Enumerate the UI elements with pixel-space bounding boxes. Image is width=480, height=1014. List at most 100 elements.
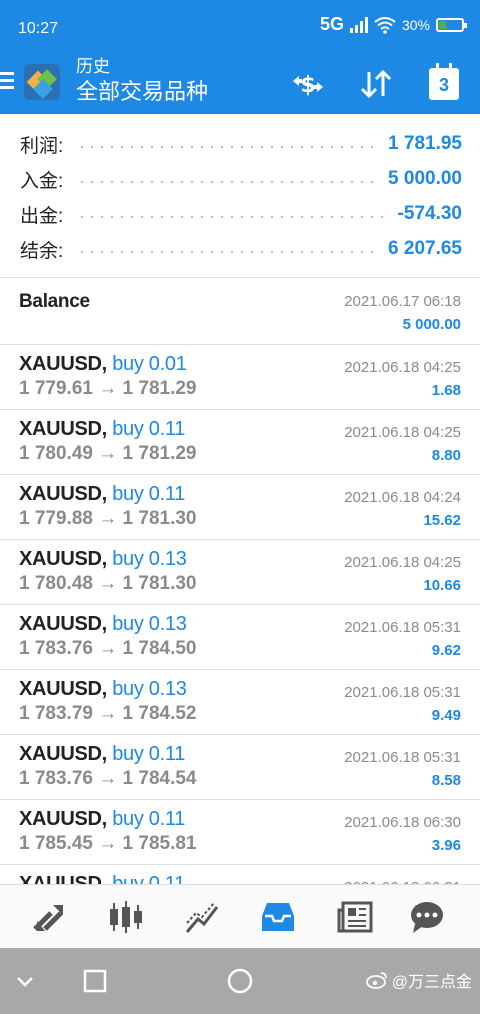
trade-symbol-line: XAUUSD, buy 0.11 xyxy=(19,743,185,766)
trade-date: 2021.06.18 05:31 xyxy=(344,684,461,701)
app-logo xyxy=(24,64,60,100)
trade-symbol-line: XAUUSD, buy 0.11 xyxy=(19,418,185,441)
trade-profit: 8.80 xyxy=(431,447,461,464)
recents-square-icon xyxy=(83,969,107,993)
trade-row[interactable]: XAUUSD, buy 0.11 1 783.76 → 1 784.54 202… xyxy=(0,735,480,800)
arrow-icon: → xyxy=(98,378,118,399)
system-navigation-bar: @万三点金 xyxy=(0,948,480,1014)
trade-prices: 1 779.88 → 1 781.30 xyxy=(19,508,197,530)
trade-row[interactable]: XAUUSD, buy 0.11 1 779.88 → 1 781.30 202… xyxy=(0,475,480,540)
trade-date: 2021.06.18 05:31 xyxy=(344,749,461,766)
summary-value: -574.30 xyxy=(397,203,462,224)
trade-symbol-line: XAUUSD, buy 0.13 xyxy=(19,548,187,571)
weibo-logo-icon xyxy=(365,972,387,989)
sort-icon xyxy=(360,69,392,99)
dot-leader xyxy=(77,216,384,218)
trade-profit: 10.66 xyxy=(423,577,461,594)
close-price: 1 781.29 xyxy=(122,443,197,464)
calendar-button[interactable]: 3 xyxy=(424,63,464,104)
trade-profit: 15.62 xyxy=(423,512,461,529)
trade-symbol-line: XAUUSD, buy 0.13 xyxy=(19,678,187,701)
recents-button[interactable] xyxy=(80,966,110,996)
trade-side: buy 0.11 xyxy=(112,483,186,505)
nav-collapse-button[interactable] xyxy=(10,966,40,996)
currency-exchange-icon: $ xyxy=(293,73,323,98)
status-bar: 10:27 5G 30% xyxy=(0,0,480,52)
open-price: 1 783.76 xyxy=(19,768,93,789)
trade-symbol-line: XAUUSD, buy 0.11 xyxy=(19,483,185,506)
trade-date: 2021.06.18 04:25 xyxy=(344,424,461,441)
summary-row-withdrawal: 出金: -574.30 xyxy=(20,197,462,231)
chevron-down-icon xyxy=(17,977,33,987)
top-bar: 10:27 5G 30% 历史 全部交易品种 $ 3 xyxy=(0,0,480,114)
trade-icon xyxy=(33,905,63,931)
close-price: 1 781.30 xyxy=(122,573,197,594)
wifi-icon xyxy=(374,16,396,34)
nav-chart[interactable] xyxy=(168,885,236,949)
trade-symbol: XAUUSD, xyxy=(19,678,107,700)
signal-icon xyxy=(349,16,368,33)
summary-value: 1 781.95 xyxy=(388,133,462,154)
trade-side: buy 0.11 xyxy=(112,808,186,830)
watermark: @万三点金 xyxy=(365,968,472,992)
currency-exchange-button[interactable]: $ xyxy=(288,64,328,104)
trade-symbol-line: XAUUSD, buy 0.01 xyxy=(19,353,187,376)
history-inbox-icon xyxy=(262,903,294,931)
nav-chat[interactable] xyxy=(393,885,461,949)
trade-symbol-line: XAUUSD, buy 0.13 xyxy=(19,613,187,636)
nav-trade[interactable] xyxy=(15,885,83,949)
arrow-icon: → xyxy=(98,638,118,659)
calendar-icon: 3 xyxy=(429,63,459,100)
trade-prices: 1 783.79 → 1 784.52 xyxy=(19,703,197,725)
trade-side: buy 0.11 xyxy=(112,743,186,765)
arrow-icon: → xyxy=(98,833,118,854)
trade-symbol: XAUUSD, xyxy=(19,353,107,375)
open-price: 1 783.76 xyxy=(19,638,93,659)
open-price: 1 780.49 xyxy=(19,443,93,464)
trade-row[interactable]: XAUUSD, buy 0.13 1 783.76 → 1 784.50 202… xyxy=(0,605,480,670)
arrow-icon: → xyxy=(98,573,118,594)
home-circle-icon xyxy=(227,968,253,994)
trade-side: buy 0.11 xyxy=(112,418,186,440)
trade-side: buy 0.13 xyxy=(112,548,187,570)
trade-symbol: XAUUSD, xyxy=(19,613,107,635)
trade-date: 2021.06.18 06:30 xyxy=(344,814,461,831)
summary-label: 出金: xyxy=(20,205,64,227)
trade-symbol: XAUUSD, xyxy=(19,418,107,440)
summary-row-balance: 结余: 6 207.65 xyxy=(20,232,462,266)
chat-icon xyxy=(411,902,443,933)
trade-profit: 9.49 xyxy=(431,707,461,724)
trade-side: buy 0.01 xyxy=(112,353,187,375)
trade-row[interactable]: XAUUSD, buy 0.11 1 780.49 → 1 781.29 202… xyxy=(0,410,480,475)
dot-leader xyxy=(77,181,375,183)
arrow-icon: → xyxy=(98,508,118,529)
open-price: 1 785.45 xyxy=(19,833,93,854)
trade-row[interactable]: XAUUSD, buy 0.01 1 779.61 → 1 781.29 202… xyxy=(0,345,480,410)
open-price: 1 779.88 xyxy=(19,508,93,529)
menu-icon[interactable] xyxy=(0,72,14,92)
status-indicators: 5G 30% xyxy=(319,14,467,35)
candlestick-chart-icon xyxy=(110,901,142,933)
nav-quotes-chart[interactable] xyxy=(92,885,160,949)
nav-history[interactable] xyxy=(244,885,312,949)
trade-row[interactable]: XAUUSD, buy 0.13 1 780.48 → 1 781.30 202… xyxy=(0,540,480,605)
home-button[interactable] xyxy=(225,966,255,996)
dot-leader xyxy=(77,146,375,148)
nav-news[interactable] xyxy=(321,885,389,949)
sort-button[interactable] xyxy=(356,64,396,104)
trade-prices: 1 783.76 → 1 784.50 xyxy=(19,638,197,660)
network-type: 5G xyxy=(319,14,344,34)
page-title: 历史 xyxy=(76,57,110,76)
battery-percent: 30% xyxy=(401,16,430,33)
symbol-filter[interactable]: 全部交易品种 xyxy=(76,78,208,106)
close-price: 1 784.52 xyxy=(122,703,197,724)
trade-row[interactable]: XAUUSD, buy 0.11 1 785.45 → 1 785.81 202… xyxy=(0,800,480,865)
trade-prices: 1 780.48 → 1 781.30 xyxy=(19,573,197,595)
open-price: 1 783.79 xyxy=(19,703,93,724)
trade-row[interactable]: XAUUSD, buy 0.13 1 783.79 → 1 784.52 202… xyxy=(0,670,480,735)
trade-symbol: XAUUSD, xyxy=(19,548,107,570)
balance-entry[interactable]: Balance 2021.06.17 06:18 5 000.00 xyxy=(0,279,480,345)
app-bar: 历史 全部交易品种 $ 3 xyxy=(0,52,480,114)
bottom-navigation xyxy=(0,884,480,948)
summary-label: 结余: xyxy=(20,240,64,262)
